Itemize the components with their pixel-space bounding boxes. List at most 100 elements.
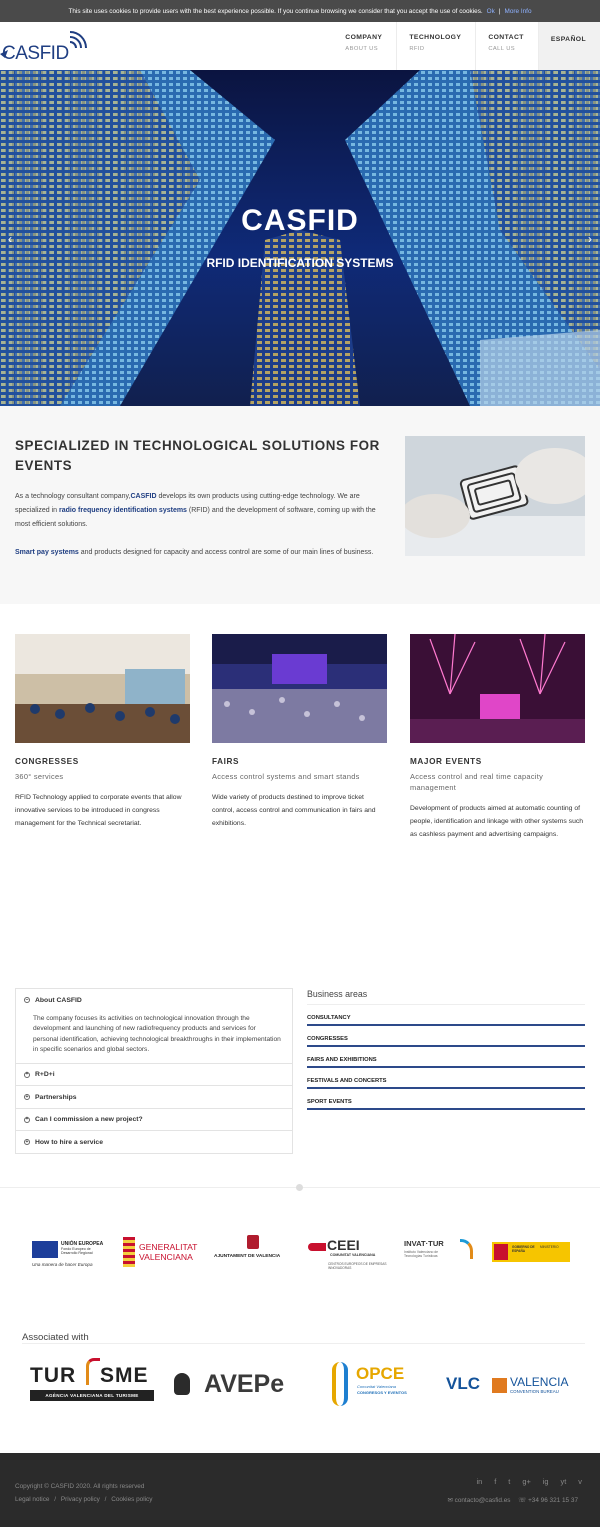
accordion-item-rdi[interactable]: + R+D+i [16,1062,292,1086]
email-link[interactable]: contacto@casfid.es [455,1497,511,1504]
nav-item-title: CONTACT [488,34,524,41]
opce-text: CONGRESOS Y EVENTOS [357,1390,407,1395]
plus-circle-icon: + [24,1116,30,1123]
scroll-top-dot[interactable] [296,1184,303,1191]
gobierno-espana-logo: GOBIERNO DE ESPAÑA MINISTERIO [492,1242,570,1262]
turisme-logo: TUR SME AGÈNCIA VALENCIANA DEL TURISME [30,1358,156,1404]
card-subtitle: Access control systems and smart stands [212,772,360,781]
accordion-label: Can I commission a new project? [35,1116,143,1124]
nav-item-subtitle: ABOUT US [345,46,379,52]
cookie-more-info-link[interactable]: More Info [505,8,532,15]
facebook-icon[interactable]: f [494,1477,496,1486]
casfid-link[interactable]: CASFID [130,493,156,500]
service-card-major-events: MAJOR EVENTS Access control and real tim… [410,634,585,841]
hero-slider: CASFID RFID IDENTIFICATION SYSTEMS ‹ › [0,70,600,406]
nav-item-language[interactable]: ESPAÑOL [537,22,600,70]
generalitat-text: GENERALITAT [139,1242,198,1252]
invattur-logo: INVAT·TUR Instituto Valenciano de Tecnol… [404,1239,476,1269]
nav-item-title: ESPAÑOL [550,36,586,43]
business-area-link[interactable]: CONSULTANCY [307,1005,585,1026]
card-subtitle: Access control and real time capacity ma… [410,772,544,792]
privacy-policy-link[interactable]: Privacy policy [61,1496,100,1503]
rfid-link[interactable]: radio frequency identification systems [59,507,187,514]
casfid-logo[interactable]: CASFID [0,28,100,64]
ceei-text: CENTROS EUROPEOS DE EMPRESAS INNOVADORAS [328,1262,387,1270]
turisme-text: SME [100,1364,149,1387]
ceei-text: COMUNITAT VALENCIANA [330,1253,376,1257]
faq-accordion: – About CASFID The company focuses its ac… [15,988,293,1154]
hero-title: CASFID [241,204,359,237]
card-text: Wide variety of products destined to imp… [212,794,376,827]
accordion-label: How to hire a service [35,1138,103,1146]
skyscrapers-image [0,70,600,406]
invattur-text: INVAT·TUR [404,1239,444,1248]
accordion-label: About CASFID [35,996,82,1004]
smart-pay-link[interactable]: Smart pay systems [15,549,79,556]
intro-paragraph: As a technology consultant company,CASFI… [15,490,390,531]
accordion-item-hire-service[interactable]: + How to hire a service [16,1130,292,1153]
phone-link[interactable]: +34 96 321 15 37 [528,1497,578,1504]
ajuntament-logo: AJUNTAMENT DE VALENCIA [214,1235,294,1269]
site-footer: Copyright © CASFID 2020. All rights rese… [0,1453,600,1527]
cookie-bar: This site uses cookies to provide users … [0,0,600,22]
vimeo-icon[interactable]: v [578,1477,582,1486]
business-area-link[interactable]: SPORT EVENTS [307,1089,585,1110]
cookies-policy-link[interactable]: Cookies policy [111,1496,152,1503]
linkedin-icon[interactable]: in [476,1477,482,1486]
intro-heading: SPECIALIZED IN TECHNOLOGICAL SOLUTIONS F… [15,438,380,473]
card-title: MAJOR EVENTS [410,757,482,766]
fair-crowd-image [212,634,387,743]
service-card-fairs: FAIRS Access control systems and smart s… [212,634,387,830]
service-card-congresses: CONGRESSES 360° services RFID Technology… [15,634,190,830]
business-areas: Business areas CONSULTANCY CONGRESSES FA… [307,989,585,1110]
accordion-label: R+D+i [35,1071,55,1079]
turisme-text: AGÈNCIA VALENCIANA DEL TURISME [30,1390,154,1401]
nav-item-title: COMPANY [345,34,383,41]
business-area-link[interactable]: CONGRESSES [307,1026,585,1047]
intro-text: As a technology consultant company, [15,493,131,500]
plus-circle-icon: + [24,1138,30,1146]
congress-hall-image [15,634,190,743]
card-text: RFID Technology applied to corporate eve… [15,794,182,827]
vlc-text: CONVENTION BUREAU [510,1389,559,1394]
legal-notice-link[interactable]: Legal notice [15,1496,49,1503]
logo-text: CASFID [2,43,69,64]
business-areas-title: Business areas [307,989,585,1005]
nav-item-subtitle: CALL US [488,46,516,52]
nav-item-technology[interactable]: TECHNOLOGY RFID [396,22,475,70]
opce-logo: OPCE Comunitat Valenciana CONGRESOS Y EV… [330,1360,412,1410]
twitter-icon[interactable]: t [508,1477,510,1486]
eu-logo-text: Una manera de hacer Europa [32,1262,93,1267]
business-area-link[interactable]: FAIRS AND EXHIBITIONS [307,1047,585,1068]
nav-item-contact[interactable]: CONTACT CALL US [475,22,538,70]
link-divider: / [104,1496,107,1503]
copyright-text: Copyright © CASFID 2020. All rights rese… [15,1483,145,1490]
cookie-ok-link[interactable]: Ok [487,8,495,15]
chevron-left-icon[interactable]: ‹ [8,232,12,246]
youtube-icon[interactable]: yt [561,1477,567,1486]
intro-paragraph: Smart pay systems and products designed … [15,546,390,560]
nav-item-company[interactable]: COMPANY ABOUT US [333,22,396,70]
google-plus-icon[interactable]: g+ [522,1477,530,1486]
nav-item-title: TECHNOLOGY [409,34,462,41]
vlc-text: VALENCIA [510,1375,569,1389]
accordion-item-partnerships[interactable]: + Partnerships [16,1085,292,1108]
rfid-tag-image [405,436,585,556]
accordion-item-about[interactable]: – About CASFID [16,989,292,1012]
turisme-text: TUR [30,1364,77,1387]
chevron-right-icon[interactable]: › [588,232,592,246]
card-title: FAIRS [212,757,240,766]
vlc-convention-logo: VLC VALENCIA CONVENTION BUREAU [446,1372,570,1396]
envelope-icon: ✉ [447,1497,453,1504]
accordion-content: The company focuses its activities on te… [33,1014,281,1054]
accordion-item-new-project[interactable]: + Can I commission a new project? [16,1107,292,1131]
avepe-text: AVEPe [204,1370,285,1398]
minus-circle-icon: – [24,996,30,1004]
gobierno-text: GOBIERNO DE ESPAÑA [512,1245,535,1253]
business-area-link[interactable]: FESTIVALS AND CONCERTS [307,1068,585,1089]
instagram-icon[interactable]: ig [543,1477,549,1486]
vlc-text: VLC [446,1374,480,1393]
ceei-text: CEEI [327,1237,360,1253]
opce-text: Comunitat Valenciana [357,1384,396,1389]
card-text: Development of products aimed at automat… [410,805,584,838]
